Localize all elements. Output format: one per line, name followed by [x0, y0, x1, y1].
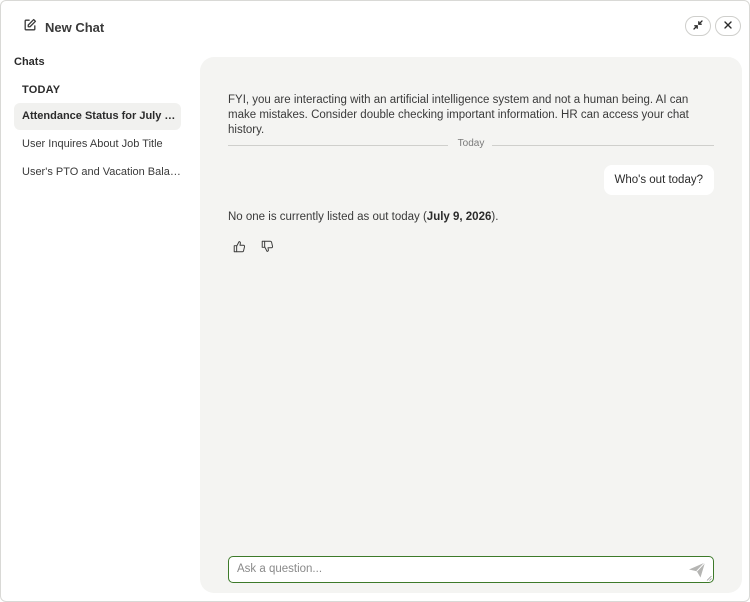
chat-panel: FYI, you are interacting with an artific…	[200, 57, 742, 593]
minimize-icon	[693, 17, 703, 35]
thumbs-down-icon[interactable]	[260, 239, 274, 253]
minimize-button[interactable]	[685, 16, 711, 36]
new-chat-button[interactable]: New Chat	[23, 17, 104, 37]
divider-label: Today	[457, 138, 485, 149]
chat-list-item[interactable]: User Inquires About Job Title	[14, 131, 181, 158]
date-divider: Today	[228, 137, 714, 153]
feedback-controls	[232, 239, 274, 253]
send-icon	[688, 562, 706, 583]
send-button[interactable]	[688, 561, 706, 579]
chat-list-item[interactable]: User's PTO and Vacation Balance	[14, 159, 181, 186]
question-input-box	[228, 556, 714, 583]
assistant-message-suffix: ).	[491, 211, 499, 223]
assistant-message-prefix: No one is currently listed as out today …	[228, 211, 427, 223]
divider-line	[492, 145, 714, 146]
assistant-message-date: July 9, 2026	[426, 211, 492, 223]
close-icon	[723, 17, 733, 35]
close-button[interactable]	[715, 16, 741, 36]
new-chat-label: New Chat	[45, 19, 105, 35]
sidebar-title: Chats	[14, 56, 45, 68]
header: New Chat	[1, 1, 750, 53]
ai-disclaimer: FYI, you are interacting with an artific…	[228, 94, 689, 136]
assistant-message: No one is currently listed as out today …	[228, 209, 714, 225]
edit-icon	[23, 18, 37, 37]
chat-window: New Chat Chats TODAY Attendance Status f…	[0, 0, 750, 602]
resize-grip-icon[interactable]	[706, 575, 712, 581]
question-input[interactable]	[229, 557, 679, 581]
user-message: Who's out today?	[603, 165, 714, 195]
thumbs-up-icon[interactable]	[232, 239, 246, 253]
chat-list-item[interactable]: Attendance Status for July 9, 2026	[14, 103, 181, 130]
section-label-today: TODAY	[22, 84, 61, 96]
